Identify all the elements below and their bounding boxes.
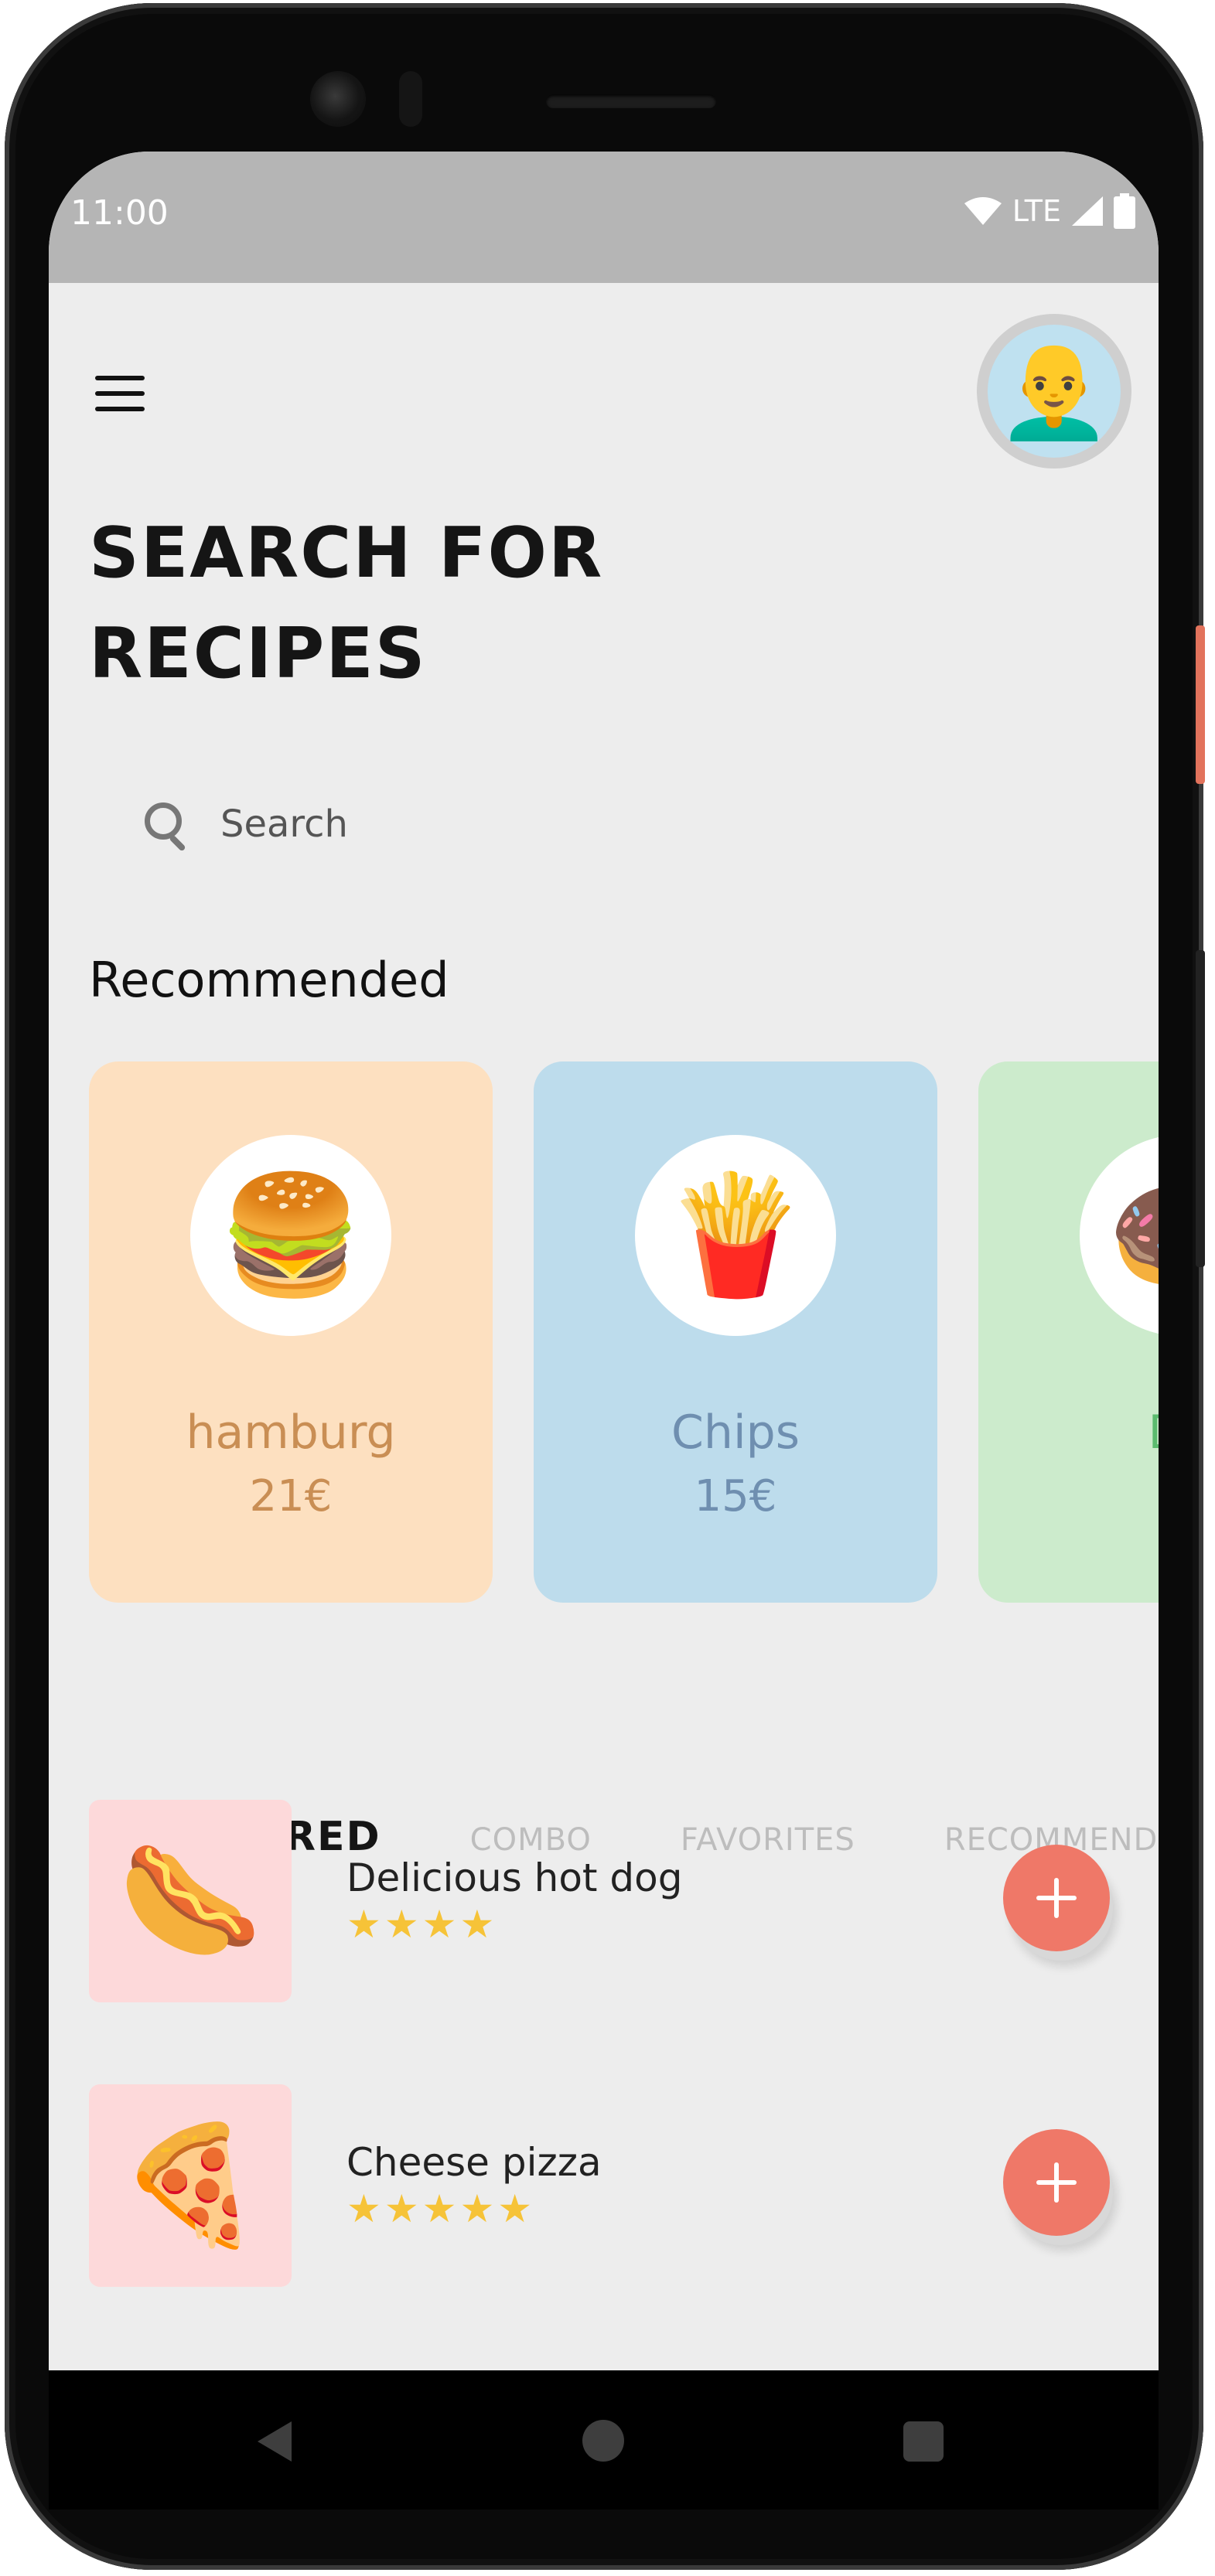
add-button[interactable] <box>1003 1845 1110 1951</box>
network-type: LTE <box>1012 194 1061 228</box>
hot-dog-icon: 🌭 <box>89 1800 292 2002</box>
item-name: Cheese pizza <box>346 2140 602 2185</box>
donut-icon: 🍩 <box>1080 1135 1159 1336</box>
power-button <box>1196 625 1205 784</box>
pizza-icon: 🍕 <box>89 2084 292 2287</box>
recipe-card-name: Chips <box>671 1406 800 1460</box>
page-title-line1: SEARCH FOR <box>89 513 604 594</box>
status-time: 11:00 <box>70 193 169 233</box>
hamburger-icon: 🍔 <box>190 1135 391 1336</box>
navigation-bar <box>49 2370 1159 2510</box>
recipe-card-donut[interactable]: 🍩 Do 1 <box>978 1061 1159 1603</box>
back-triangle-icon[interactable] <box>258 2421 292 2462</box>
battery-icon <box>1114 193 1135 229</box>
item-name: Delicious hot dog <box>346 1855 683 1900</box>
front-camera <box>310 71 366 127</box>
page-title: SEARCH FOR RECIPES <box>89 503 785 704</box>
recipe-card-price: 15€ <box>694 1471 777 1521</box>
list-item[interactable]: 🍕 Cheese pizza ★★★★★ <box>89 2084 1141 2287</box>
hamburger-menu-icon[interactable] <box>95 376 145 411</box>
camera-sensor <box>399 71 422 127</box>
avatar-image: 👨‍🦲 <box>988 325 1121 458</box>
recommended-carousel[interactable]: 🍔 hamburg 21€ 🍟 Chips 15€ 🍩 Do 1 <box>89 1061 1159 1603</box>
home-circle-icon[interactable] <box>582 2420 624 2462</box>
star-rating: ★★★★ <box>346 1902 498 1947</box>
avatar[interactable]: 👨‍🦲 <box>977 314 1131 469</box>
plus-icon <box>1036 1878 1077 1918</box>
status-icons: LTE <box>963 193 1135 229</box>
cell-signal-icon <box>1072 196 1103 226</box>
add-button[interactable] <box>1003 2129 1110 2236</box>
earpiece-speaker <box>546 94 716 108</box>
volume-button <box>1196 950 1205 1267</box>
app-screen: 11:00 LTE 👨‍🦲 SEARCH FOR RECIPES Recomme… <box>49 152 1159 2370</box>
recommended-title: Recommended <box>89 952 449 1008</box>
recipe-card-chips[interactable]: 🍟 Chips 15€ <box>534 1061 937 1603</box>
recipe-card-hamburg[interactable]: 🍔 hamburg 21€ <box>89 1061 493 1603</box>
recipe-card-price: 1 <box>978 1471 1159 1521</box>
star-rating: ★★★★★ <box>346 2186 536 2231</box>
list-item[interactable]: 🌭 Delicious hot dog ★★★★ <box>89 1800 1141 2002</box>
plus-icon <box>1036 2162 1077 2203</box>
search-icon <box>142 799 188 852</box>
wifi-icon <box>964 197 1002 225</box>
search-input[interactable] <box>219 802 918 847</box>
page-title-line2: RECIPES <box>89 613 427 694</box>
status-bar: 11:00 LTE <box>49 152 1159 283</box>
recipe-card-price: 21€ <box>249 1471 333 1521</box>
recipe-card-name: Do <box>978 1406 1159 1460</box>
recents-square-icon[interactable] <box>903 2421 944 2462</box>
fries-icon: 🍟 <box>635 1135 836 1336</box>
search-bar[interactable] <box>142 793 918 855</box>
recipe-card-name: hamburg <box>186 1406 396 1460</box>
